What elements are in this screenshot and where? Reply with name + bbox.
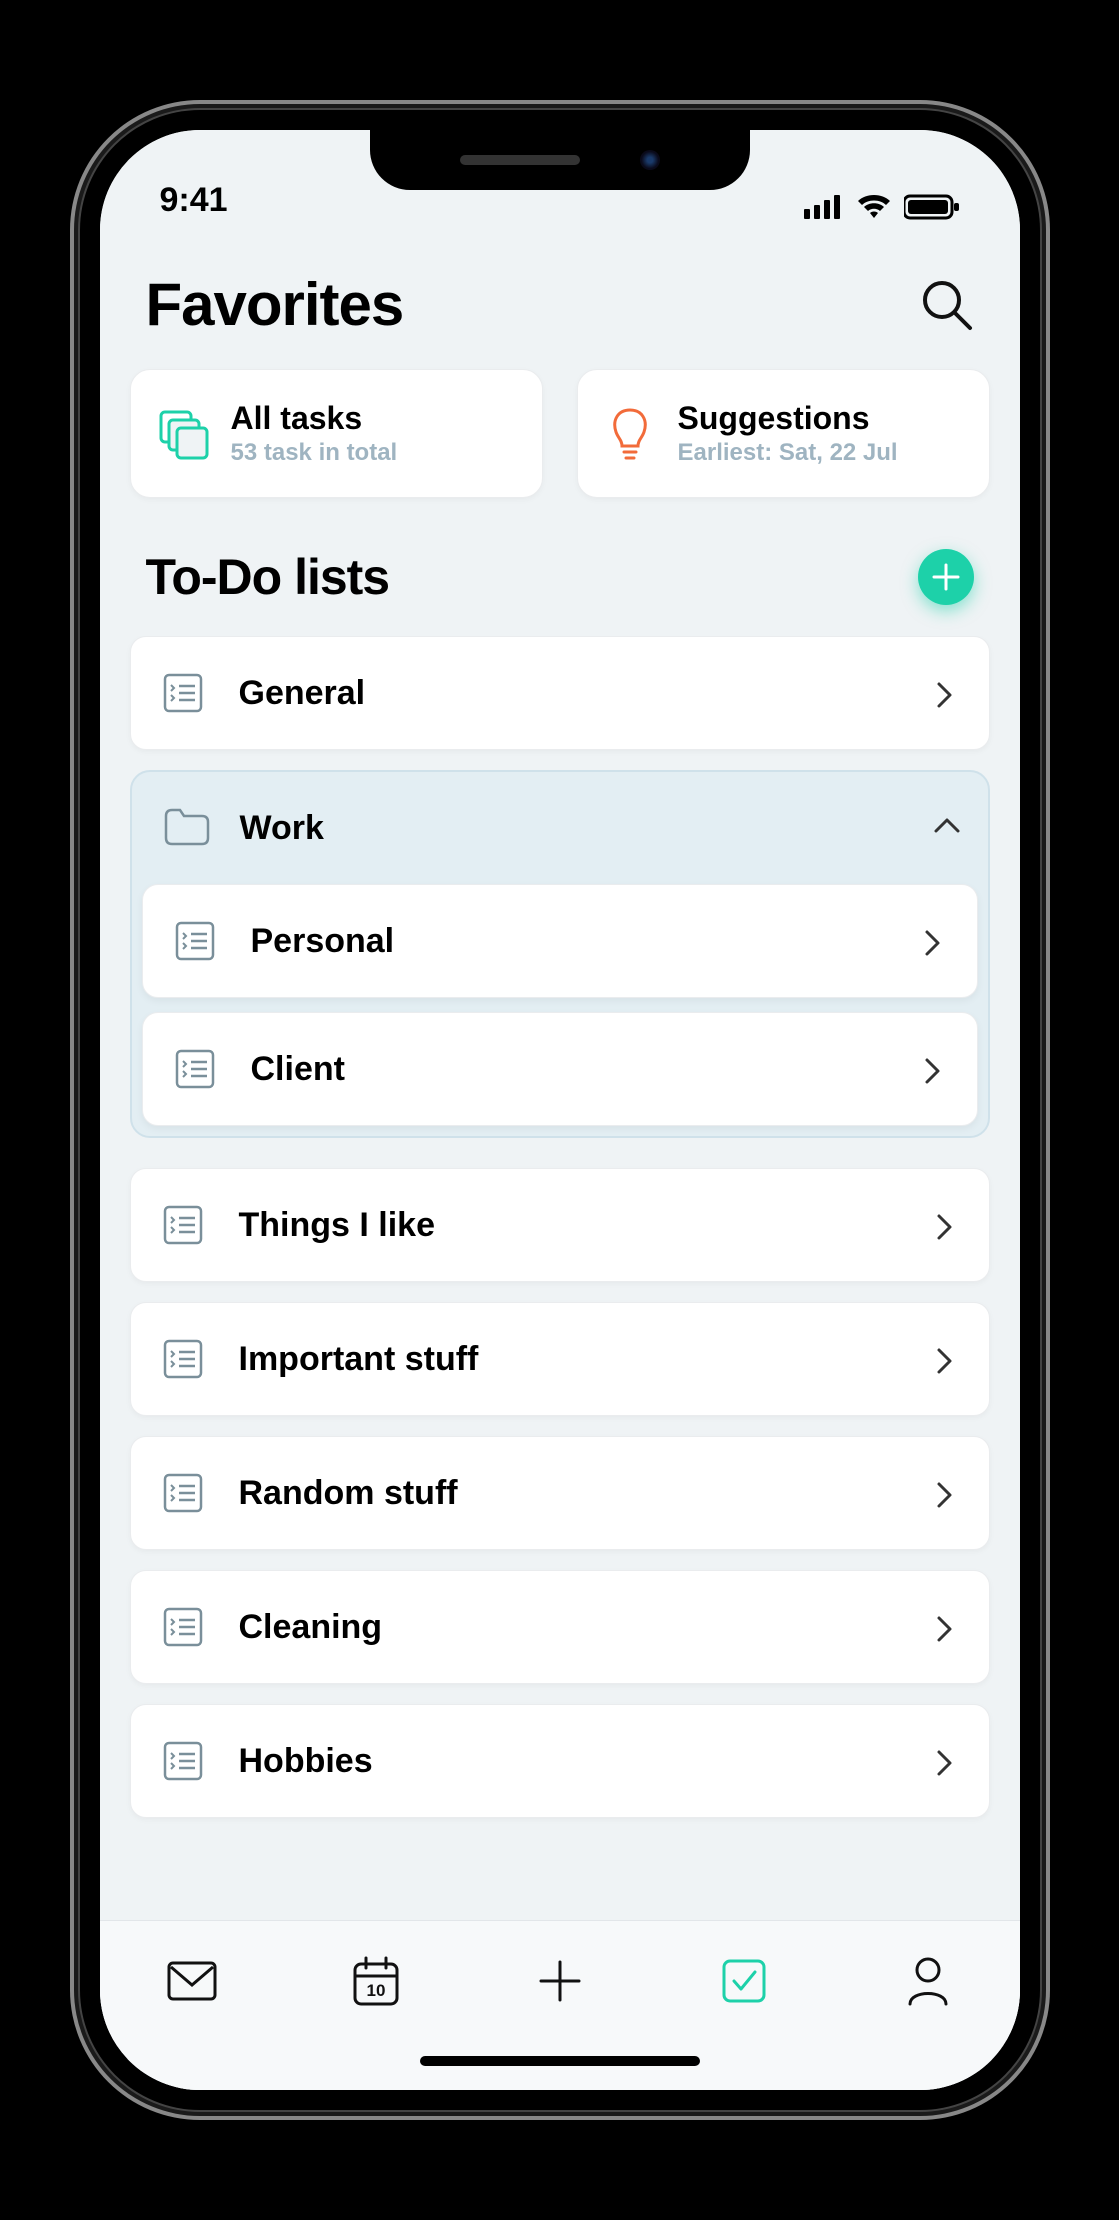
checklist-icon: [161, 1337, 205, 1381]
status-icons: [804, 194, 960, 220]
list-item[interactable]: Hobbies: [130, 1704, 990, 1818]
home-indicator: [420, 2056, 700, 2066]
tab-tasks[interactable]: [714, 1951, 774, 2011]
chevron-right-icon: [933, 1346, 959, 1372]
folder-group: Work Personal Client: [130, 770, 990, 1138]
list-label: Hobbies: [239, 1742, 933, 1781]
tab-calendar[interactable]: 10: [346, 1951, 406, 2011]
mail-icon: [167, 1961, 217, 2001]
chevron-right-icon: [933, 1480, 959, 1506]
battery-icon: [904, 194, 960, 220]
list-item[interactable]: Things I like: [130, 1168, 990, 1282]
card-title: Suggestions: [678, 400, 898, 437]
list-item[interactable]: Client: [142, 1012, 978, 1126]
stack-icon: [155, 406, 211, 462]
list-item[interactable]: Important stuff: [130, 1302, 990, 1416]
page-title: Favorites: [146, 270, 404, 339]
list-label: Personal: [251, 922, 921, 961]
wifi-icon: [856, 194, 892, 220]
folder-item[interactable]: Work: [132, 772, 988, 884]
person-icon: [905, 1956, 951, 2006]
checklist-icon: [161, 1605, 205, 1649]
search-icon: [920, 278, 974, 332]
card-all-tasks[interactable]: All tasks 53 task in total: [130, 369, 543, 498]
search-button[interactable]: [920, 278, 974, 332]
lists-container: General Work Personal Client Things I like Im…: [100, 636, 1020, 1920]
list-item[interactable]: General: [130, 636, 990, 750]
status-time: 9:41: [160, 181, 228, 220]
folder-children: Personal Client: [132, 884, 988, 1136]
add-list-button[interactable]: [918, 549, 974, 605]
list-label: General: [239, 674, 933, 713]
checklist-icon: [173, 1047, 217, 1091]
list-item[interactable]: Random stuff: [130, 1436, 990, 1550]
checklist-icon: [161, 1739, 205, 1783]
list-label: Things I like: [239, 1206, 933, 1245]
plus-icon: [932, 563, 960, 591]
chevron-right-icon: [933, 1614, 959, 1640]
phone-frame: 9:41 Favorites: [80, 110, 1040, 2110]
list-item[interactable]: Personal: [142, 884, 978, 998]
list-item[interactable]: Cleaning: [130, 1570, 990, 1684]
chevron-right-icon: [933, 1748, 959, 1774]
chevron-up-icon: [932, 815, 958, 841]
checklist-icon: [173, 919, 217, 963]
checklist-icon: [161, 671, 205, 715]
svg-text:10: 10: [366, 1981, 385, 2000]
card-subtitle: Earliest: Sat, 22 Jul: [678, 439, 898, 467]
tab-profile[interactable]: [898, 1951, 958, 2011]
chevron-right-icon: [921, 928, 947, 954]
checklist-icon: [161, 1471, 205, 1515]
bulb-icon: [602, 406, 658, 462]
folder-icon: [162, 806, 206, 850]
list-label: Client: [251, 1050, 921, 1089]
cellular-icon: [804, 195, 844, 219]
tab-mail[interactable]: [162, 1951, 222, 2011]
check-icon: [720, 1957, 768, 2005]
list-label: Cleaning: [239, 1608, 933, 1647]
tab-add[interactable]: [530, 1951, 590, 2011]
chevron-right-icon: [921, 1056, 947, 1082]
chevron-right-icon: [933, 680, 959, 706]
card-suggestions[interactable]: Suggestions Earliest: Sat, 22 Jul: [577, 369, 990, 498]
card-title: All tasks: [231, 400, 398, 437]
device-notch: [370, 130, 750, 190]
card-subtitle: 53 task in total: [231, 439, 398, 467]
section-title: To-Do lists: [146, 548, 390, 606]
calendar-icon: 10: [352, 1956, 400, 2006]
list-label: Random stuff: [239, 1474, 933, 1513]
list-label: Important stuff: [239, 1340, 933, 1379]
chevron-right-icon: [933, 1212, 959, 1238]
checklist-icon: [161, 1203, 205, 1247]
list-label: Work: [240, 809, 932, 848]
plus-icon: [537, 1958, 583, 2004]
